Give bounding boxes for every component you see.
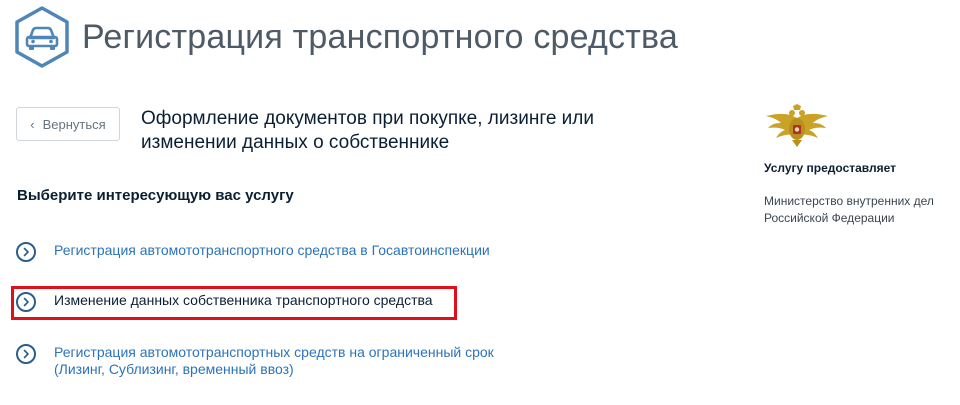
service-item-registration[interactable]: Регистрация автомототранспортного средст…: [16, 242, 490, 262]
services-heading: Выберите интересующую вас услугу: [17, 187, 294, 204]
double-headed-eagle-icon: [766, 104, 828, 147]
back-button-label: Вернуться: [42, 116, 106, 132]
service-item-owner-change[interactable]: Изменение данных собственника транспортн…: [16, 292, 433, 312]
service-item-label[interactable]: Регистрация автомототранспортных средств…: [54, 344, 524, 378]
service-provider: Услугу предоставляет Министерство внутре…: [764, 104, 954, 227]
provider-name: Министерство внутренних дел Российской Ф…: [764, 194, 934, 225]
page-subtitle: Оформление документов при покупке, лизин…: [141, 108, 594, 153]
chevron-right-icon: [16, 292, 36, 312]
service-item-temporary-registration[interactable]: Регистрация автомототранспортных средств…: [16, 344, 524, 378]
service-item-label[interactable]: Изменение данных собственника транспортн…: [54, 292, 433, 309]
page-header: Регистрация транспортного средства: [14, 4, 678, 70]
page-title: Регистрация транспортного средства: [82, 18, 678, 56]
chevron-right-icon: [16, 344, 36, 364]
car-icon: [15, 6, 69, 68]
chevron-left-icon: ‹: [30, 116, 35, 132]
provider-label: Услугу предоставляет: [764, 161, 897, 175]
back-button[interactable]: ‹ Вернуться: [16, 107, 120, 141]
service-item-label[interactable]: Регистрация автомототранспортного средст…: [54, 242, 490, 259]
chevron-right-icon: [16, 242, 36, 262]
